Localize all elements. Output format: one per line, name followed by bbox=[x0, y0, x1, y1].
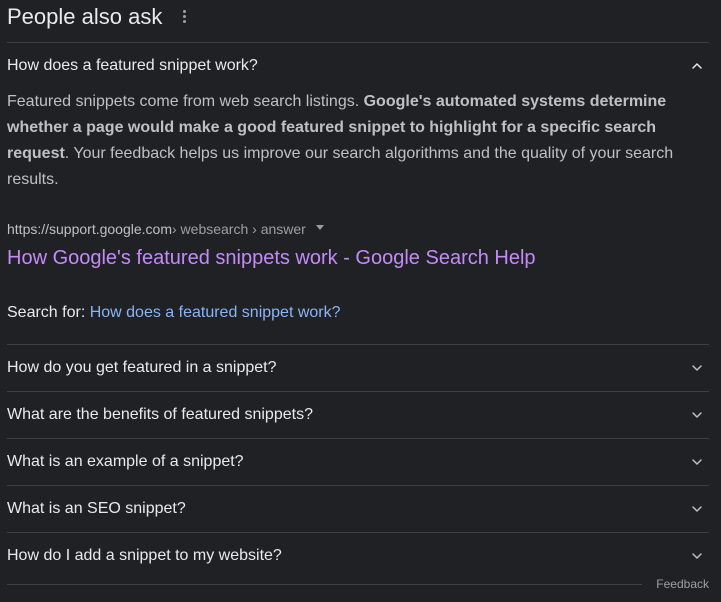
question-row-expanded[interactable]: How does a featured snippet work? bbox=[7, 43, 709, 89]
more-vert-icon[interactable] bbox=[176, 6, 192, 26]
people-also-ask: People also ask How does a featured snip… bbox=[7, 0, 709, 579]
footer-divider bbox=[7, 583, 643, 585]
caret-down-icon[interactable] bbox=[315, 224, 324, 230]
question-text: What is an example of a snippet? bbox=[7, 453, 244, 470]
question-text: What are the benefits of featured snippe… bbox=[7, 406, 313, 423]
question-text: How does a featured snippet work? bbox=[7, 57, 258, 74]
search-for: Search for: How does a featured snippet … bbox=[7, 303, 709, 345]
question-text: What is an SEO snippet? bbox=[7, 500, 186, 517]
question-row[interactable]: How do you get featured in a snippet? bbox=[7, 345, 709, 392]
search-for-label: Search for: bbox=[7, 304, 90, 321]
chevron-down-icon[interactable] bbox=[685, 403, 709, 427]
result-source: https://support.google.com › websearch ›… bbox=[7, 219, 709, 239]
question-text: How do you get featured in a snippet? bbox=[7, 359, 277, 376]
paa-header: People also ask bbox=[7, 0, 709, 43]
paa-title: People also ask bbox=[7, 4, 163, 29]
chevron-down-icon[interactable] bbox=[685, 544, 709, 568]
chevron-down-icon[interactable] bbox=[685, 497, 709, 521]
chevron-down-icon[interactable] bbox=[685, 450, 709, 474]
chevron-down-icon[interactable] bbox=[685, 356, 709, 380]
answer-text-part: Featured snippets come from web search l… bbox=[7, 93, 364, 110]
question-row[interactable]: How do I add a snippet to my website? bbox=[7, 533, 709, 579]
source-breadcrumb: › websearch › answer bbox=[172, 221, 306, 237]
chevron-up-icon[interactable] bbox=[685, 54, 709, 78]
source-domain: https://support.google.com bbox=[7, 221, 172, 237]
answer-text: Featured snippets come from web search l… bbox=[7, 89, 697, 193]
feedback-link[interactable]: Feedback bbox=[656, 577, 709, 591]
search-for-link[interactable]: How does a featured snippet work? bbox=[90, 304, 341, 321]
question-row[interactable]: What is an SEO snippet? bbox=[7, 486, 709, 533]
question-text: How do I add a snippet to my website? bbox=[7, 547, 282, 564]
result-title-link[interactable]: How Google's featured snippets work - Go… bbox=[7, 245, 709, 271]
question-row[interactable]: What is an example of a snippet? bbox=[7, 439, 709, 486]
paa-footer: Feedback bbox=[7, 577, 709, 591]
question-row[interactable]: What are the benefits of featured snippe… bbox=[7, 392, 709, 439]
answer-panel: Featured snippets come from web search l… bbox=[7, 89, 709, 345]
answer-text-part: . Your feedback helps us improve our sea… bbox=[7, 145, 674, 188]
